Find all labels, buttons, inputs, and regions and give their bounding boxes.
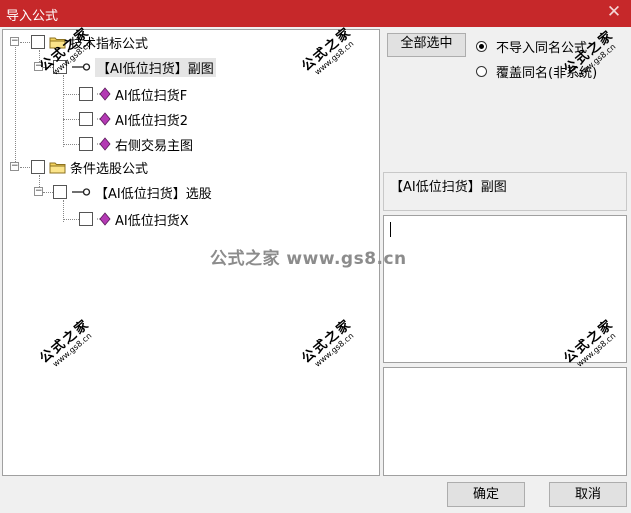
collapse-toggle[interactable]: − bbox=[34, 187, 43, 196]
tree-item-label: 【AI低位扫货】副图 bbox=[95, 57, 216, 77]
item-checkbox[interactable] bbox=[53, 185, 67, 199]
ok-button[interactable]: 确定 bbox=[447, 482, 525, 507]
radio-label: 覆盖同名(非系统) bbox=[496, 66, 598, 81]
tree-leaf[interactable]: AI低位扫货X bbox=[79, 208, 189, 230]
tree-group-label: 技术指标公式 bbox=[70, 36, 149, 52]
collapse-toggle[interactable]: − bbox=[10, 37, 19, 46]
folder-icon bbox=[49, 162, 66, 173]
cancel-button[interactable]: 取消 bbox=[549, 482, 627, 507]
tree-line bbox=[43, 192, 53, 193]
link-icon bbox=[72, 188, 91, 196]
tree-leaf[interactable]: AI低位扫货F bbox=[79, 83, 187, 105]
tree-leaf[interactable]: 右侧交易主图 bbox=[79, 133, 193, 155]
radio-indicator[interactable] bbox=[476, 41, 487, 52]
collapse-toggle[interactable]: − bbox=[10, 162, 19, 171]
collapse-toggle[interactable]: − bbox=[34, 62, 43, 71]
leaf-checkbox[interactable] bbox=[79, 137, 93, 151]
formula-name-display: 【AI低位扫货】副图 bbox=[383, 172, 627, 211]
tree-leaf[interactable]: AI低位扫货2 bbox=[79, 108, 188, 130]
select-all-button[interactable]: 全部选中 bbox=[387, 33, 466, 57]
tree-leaf-label: AI低位扫货X bbox=[115, 213, 189, 229]
radio-skip-same-name[interactable]: 不导入同名公式 bbox=[476, 37, 587, 56]
title-bar: 导入公式 ✕ bbox=[0, 0, 631, 27]
tree-line bbox=[15, 44, 16, 170]
tree-line bbox=[63, 75, 64, 147]
group-checkbox[interactable] bbox=[31, 35, 45, 49]
formula-source-editor[interactable] bbox=[383, 215, 627, 363]
tree-group-selection[interactable]: 条件选股公式 bbox=[31, 156, 148, 178]
tree-group-label: 条件选股公式 bbox=[70, 161, 149, 177]
formula-name-text: 【AI低位扫货】副图 bbox=[390, 180, 507, 195]
tree-item-formula-set[interactable]: 【AI低位扫货】副图 bbox=[53, 56, 216, 78]
text-caret bbox=[390, 222, 391, 237]
formula-description-box[interactable] bbox=[383, 367, 627, 476]
tree-group-indicator[interactable]: 技术指标公式 bbox=[31, 31, 148, 53]
leaf-checkbox[interactable] bbox=[79, 112, 93, 126]
center-watermark: 公式之家 www.gs8.cn bbox=[210, 249, 407, 269]
window-title: 导入公式 bbox=[6, 9, 59, 24]
close-icon[interactable]: ✕ bbox=[605, 2, 623, 22]
diamond-formula-icon bbox=[97, 112, 111, 126]
tree-item-formula-set[interactable]: 【AI低位扫货】选股 bbox=[53, 181, 212, 203]
tree-line bbox=[43, 67, 53, 68]
item-checkbox[interactable] bbox=[53, 60, 67, 74]
group-checkbox[interactable] bbox=[31, 160, 45, 174]
radio-label: 不导入同名公式 bbox=[496, 41, 588, 56]
radio-overwrite-same-name[interactable]: 覆盖同名(非系统) bbox=[476, 62, 597, 81]
radio-indicator[interactable] bbox=[476, 66, 487, 77]
link-icon bbox=[72, 63, 91, 71]
folder-icon bbox=[49, 37, 66, 48]
tree-leaf-label: AI低位扫货2 bbox=[115, 113, 188, 129]
diamond-formula-icon bbox=[97, 212, 111, 226]
diamond-formula-icon bbox=[97, 137, 111, 151]
tree-item-label: 【AI低位扫货】选股 bbox=[95, 186, 212, 202]
tree-leaf-label: AI低位扫货F bbox=[115, 88, 188, 104]
leaf-checkbox[interactable] bbox=[79, 212, 93, 226]
leaf-checkbox[interactable] bbox=[79, 87, 93, 101]
tree-leaf-label: 右侧交易主图 bbox=[115, 138, 194, 154]
diamond-formula-icon bbox=[97, 87, 111, 101]
